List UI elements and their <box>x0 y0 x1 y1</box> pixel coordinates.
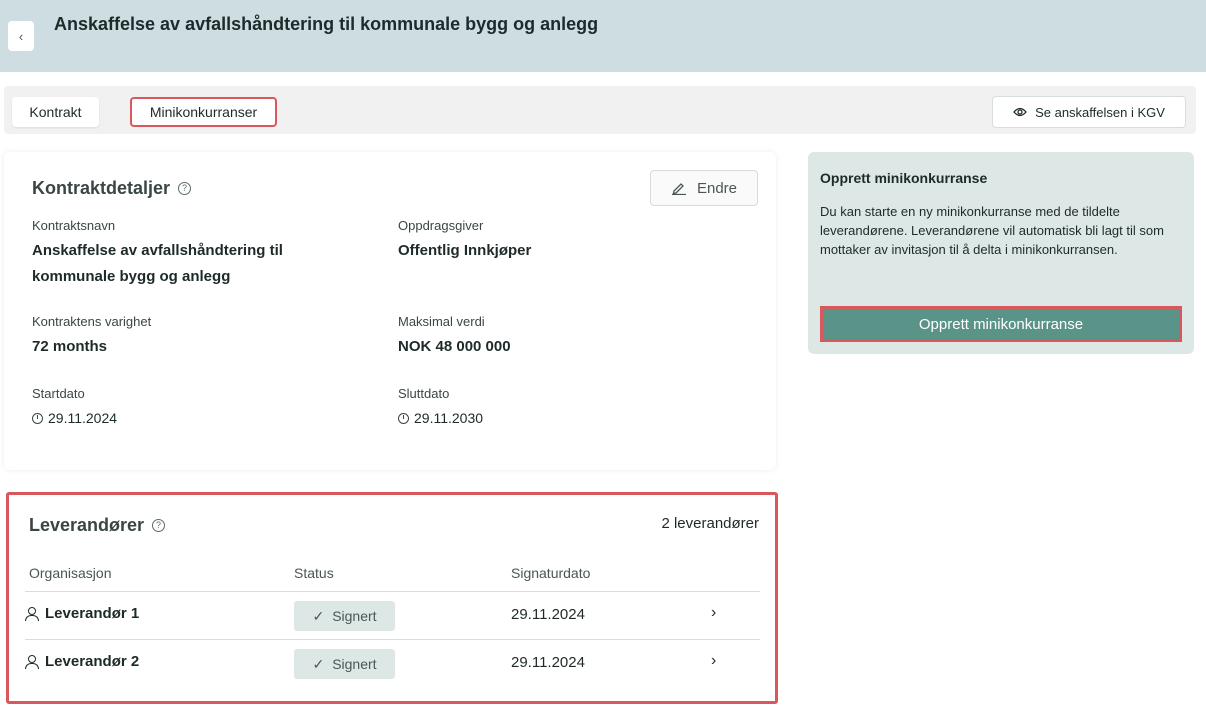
status-badge: ✓ Signert <box>294 601 395 631</box>
create-panel-text: Du kan starte en ny minikonkurranse med … <box>820 204 1164 257</box>
supplier-org: Leverandør 1 <box>25 605 139 622</box>
column-header-status: Status <box>294 565 334 581</box>
contract-name-value: Anskaffelse av avfallshåndtering til kom… <box>32 242 283 285</box>
end-date-label: Sluttdato <box>398 386 450 401</box>
tab-kontrakt[interactable]: Kontrakt <box>12 97 99 127</box>
view-in-kgv-button[interactable]: Se anskaffelsen i KGV <box>992 96 1186 128</box>
supplier-row[interactable]: Leverandør 2 ✓ Signert 29.11.2024 › <box>25 639 760 687</box>
status-badge: ✓ Signert <box>294 649 395 679</box>
column-header-signature-date: Signaturdato <box>511 565 591 581</box>
tab-minikonkurranser[interactable]: Minikonkurranser <box>130 97 277 127</box>
supplier-row[interactable]: Leverandør 1 ✓ Signert 29.11.2024 › <box>25 591 760 639</box>
start-date: 29.11.2024 <box>32 410 117 426</box>
supplier-name: Leverandør 2 <box>45 653 140 670</box>
duration-label: Kontraktens varighet <box>32 314 152 329</box>
client-value: Offentlig Innkjøper <box>398 242 532 259</box>
edit-label: Endre <box>696 179 738 197</box>
check-icon: ✓ <box>312 607 325 624</box>
contract-details-title: Kontraktdetaljer <box>32 178 171 198</box>
client-label: Oppdragsgiver <box>398 218 484 233</box>
max-value-label: Maksimal verdi <box>398 314 485 329</box>
status-label: Signert <box>332 656 377 672</box>
supplier-org: Leverandør 2 <box>25 653 139 670</box>
clock-icon <box>398 412 409 424</box>
chevron-right-icon[interactable]: › <box>711 604 716 622</box>
supplier-name: Leverandør 1 <box>45 605 140 622</box>
contract-details-card: Kontraktdetaljer ? Endre Kontraktsnavn A… <box>4 152 776 470</box>
create-panel-title: Opprett minikonkurranse <box>820 170 988 186</box>
end-date-value: 29.11.2030 <box>414 410 484 426</box>
start-date-value: 29.11.2024 <box>48 410 118 426</box>
create-minicompetition-panel: Opprett minikonkurranse Du kan starte en… <box>808 152 1194 354</box>
help-icon[interactable]: ? <box>178 182 192 195</box>
suppliers-heading: Leverandører ? <box>29 515 166 536</box>
clock-icon <box>32 412 43 424</box>
back-button[interactable]: ‹ <box>8 21 34 51</box>
help-icon[interactable]: ? <box>152 519 166 532</box>
signature-date: 29.11.2024 <box>511 606 585 623</box>
eye-icon <box>1013 107 1027 117</box>
create-minicompetition-button[interactable]: Opprett minikonkurranse <box>820 306 1182 342</box>
suppliers-title: Leverandører <box>29 515 145 535</box>
signature-date: 29.11.2024 <box>511 654 585 671</box>
view-in-kgv-label: Se anskaffelsen i KGV <box>1035 104 1165 120</box>
suppliers-card: Leverandører ? 2 leverandører Organisasj… <box>6 492 778 704</box>
supplier-count: 2 leverandører <box>661 515 759 532</box>
user-icon <box>25 606 39 621</box>
contract-details-heading: Kontraktdetaljer ? <box>32 178 192 199</box>
max-value: NOK 48 000 000 <box>398 338 511 355</box>
column-header-organization: Organisasjon <box>29 565 112 581</box>
end-date: 29.11.2030 <box>398 410 483 426</box>
page-header: ‹ Anskaffelse av avfallshåndtering til k… <box>0 0 1206 72</box>
chevron-right-icon[interactable]: › <box>711 652 716 670</box>
tab-bar: Kontrakt Minikonkurranser Se anskaffelse… <box>4 86 1196 134</box>
edit-button[interactable]: Endre <box>650 170 758 206</box>
user-icon <box>25 654 39 669</box>
start-date-label: Startdato <box>32 386 85 401</box>
page-title: Anskaffelse av avfallshåndtering til kom… <box>54 14 599 34</box>
chevron-left-icon: ‹ <box>18 28 24 44</box>
contract-name-label: Kontraktsnavn <box>32 218 116 233</box>
status-label: Signert <box>332 608 377 624</box>
duration-value: 72 months <box>32 338 108 355</box>
pencil-icon <box>671 183 686 195</box>
check-icon: ✓ <box>312 655 325 672</box>
